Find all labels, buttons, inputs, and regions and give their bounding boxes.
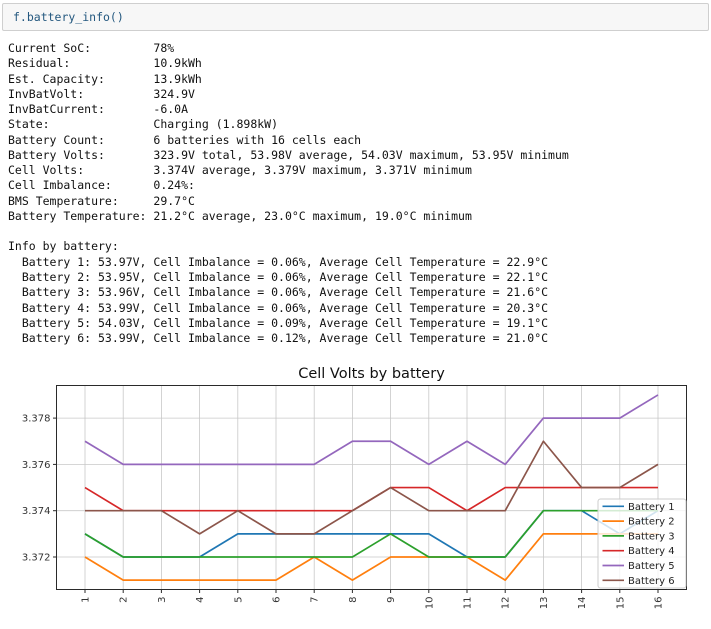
code-cell[interactable]: f.battery_info(): [2, 3, 709, 31]
legend-label: Battery 1: [628, 502, 675, 513]
output-line: Est. Capacity: 13.9kWh: [8, 71, 202, 86]
x-tick-label: 9: [386, 597, 397, 603]
series-line-battery-5: [84, 394, 659, 466]
chart-figure: 1 2 3 4 5 6 7 8 9 10 11 12 13 14 15 16 3.372 3.374 3.376 3.…: [0, 352, 711, 626]
output-line: Cell Imbalance: 0.24%:: [8, 178, 195, 193]
output-line: Current SoC: 78%: [8, 41, 175, 55]
output-line: Battery Volts: 323.9V total, 53.98V aver…: [8, 147, 569, 162]
output-line: State: Charging (1.898kW): [8, 117, 279, 132]
output-line: Info by battery:: [8, 239, 119, 254]
legend: Battery 1 Battery 2 Battery 3 Battery 4 Batt…: [597, 498, 687, 589]
y-tick-label: 3.376: [22, 460, 51, 471]
output-line: Battery 4: 53.99V, Cell Imbalance = 0.06…: [8, 300, 549, 315]
output-line: Battery 6: 53.99V, Cell Imbalance = 0.12…: [8, 331, 549, 346]
y-tick-label: 3.372: [22, 553, 51, 564]
chart-title: Cell Volts by battery: [298, 366, 445, 382]
output-line: Residual: 10.9kWh: [8, 56, 202, 71]
output-line: Battery 2: 53.95V, Cell Imbalance = 0.06…: [8, 269, 549, 284]
x-tick-label: 2: [119, 597, 130, 603]
x-tick-label: 5: [233, 597, 244, 603]
output-line: BMS Temperature: 29.7°C: [8, 193, 195, 208]
output-line: Cell Volts: 3.374V average, 3.379V maxim…: [8, 163, 472, 178]
x-tick-label: 13: [539, 597, 550, 610]
battery-info-output: Current SoC: 78% Residual: 10.9kWh Est. Ca…: [8, 41, 711, 346]
output-line: InvBatVolt: 324.9V: [8, 86, 195, 101]
x-tick-label: 6: [272, 597, 283, 603]
x-tick-label: 15: [615, 597, 626, 610]
legend-label: Battery 2: [628, 517, 675, 528]
output-line: Battery 1: 53.97V, Cell Imbalance = 0.06…: [8, 254, 549, 269]
x-tick-label: 11: [463, 597, 474, 610]
output-line: Battery 3: 53.96V, Cell Imbalance = 0.06…: [8, 285, 549, 300]
x-tick-label: 4: [195, 597, 206, 603]
x-tick-label: 3: [157, 597, 168, 603]
output-line: Battery Temperature: 21.2°C average, 23.…: [8, 208, 472, 223]
y-tick-label: 3.374: [22, 507, 51, 518]
x-tick-label: 7: [310, 597, 321, 603]
x-tick-label: 12: [501, 597, 512, 610]
x-tick-label: 16: [654, 597, 665, 610]
x-tick-label: 10: [424, 597, 435, 610]
x-tick-label: 14: [577, 597, 588, 610]
y-tick-label: 3.378: [22, 414, 51, 425]
legend-label: Battery 4: [628, 547, 675, 558]
output-line: Battery Count: 6 batteries with 16 cells…: [8, 132, 362, 147]
x-tick-label: 1: [81, 597, 92, 603]
x-tick-label: 8: [348, 597, 359, 603]
code-text: f.battery_info(): [13, 10, 124, 24]
legend-label: Battery 6: [628, 576, 675, 587]
legend-label: Battery 5: [628, 561, 675, 572]
output-line: InvBatCurrent: -6.0A: [8, 102, 189, 117]
output-line: Battery 5: 54.03V, Cell Imbalance = 0.09…: [8, 315, 549, 330]
legend-label: Battery 3: [628, 532, 675, 543]
cell-volts-chart: 1 2 3 4 5 6 7 8 9 10 11 12 13 14 15 163.3723.3743.3763.…: [22, 366, 687, 610]
